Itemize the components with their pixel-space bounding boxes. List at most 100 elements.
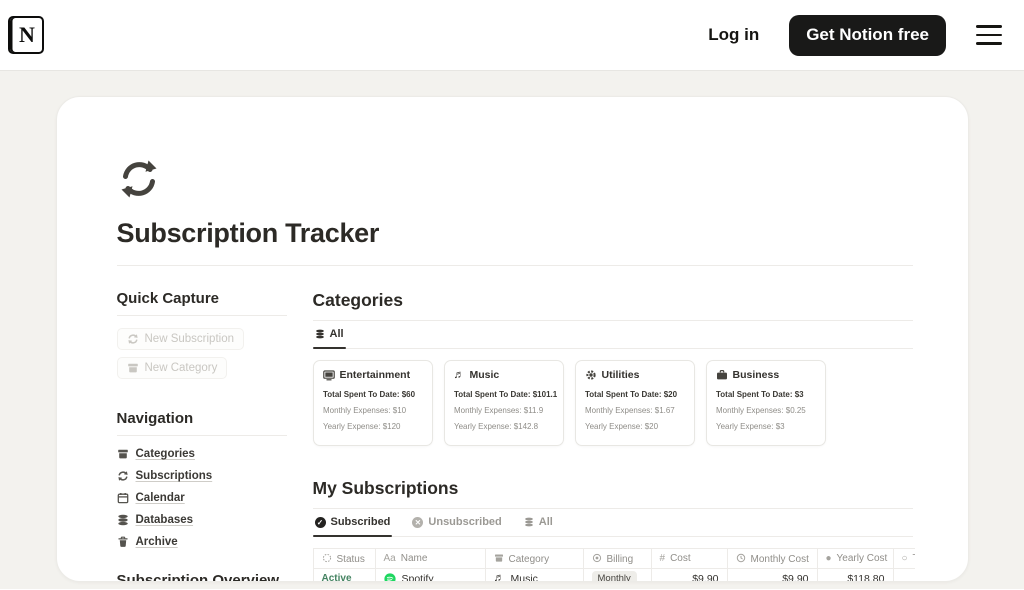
refresh-page-icon: [117, 157, 913, 206]
sync-icon: [127, 333, 139, 345]
category-name: Business: [732, 369, 780, 381]
tab-label: All: [329, 328, 344, 340]
category-cell[interactable]: ♬ Music: [484, 568, 584, 582]
tab-label: Subscribed: [330, 516, 391, 528]
template-main: Categories All Entertainment Total Spent…: [312, 290, 915, 582]
status-cell[interactable]: Active: [312, 568, 376, 581]
number-hash-icon: #: [659, 553, 666, 564]
page-background: Subscription Tracker Quick Capture New S…: [0, 71, 1024, 589]
stat-value: $101.1: [532, 389, 557, 399]
category-card-business[interactable]: Business Total Spent To Date: $3 Monthly…: [705, 360, 826, 446]
column-cost[interactable]: # Cost: [650, 548, 728, 569]
column-monthly-cost[interactable]: Monthly Cost: [726, 548, 818, 569]
title-divider: [116, 265, 913, 266]
yearly-cost-cell[interactable]: $118.80: [816, 568, 894, 581]
column-status[interactable]: Status: [312, 548, 376, 569]
x-circle-icon: ✕: [412, 516, 424, 528]
sync-icon: [117, 470, 129, 482]
template-preview-card: Subscription Tracker Quick Capture New S…: [55, 96, 969, 582]
sidebar-item-calendar[interactable]: Calendar: [117, 492, 287, 504]
stat-label: Total Spent To Date:: [322, 389, 400, 399]
gear-icon: [585, 369, 597, 381]
categories-view-tabs: All: [312, 321, 913, 349]
stat-label: Monthly Expenses:: [715, 405, 784, 415]
cost-cell[interactable]: $9.90: [650, 568, 728, 581]
sidebar-item-archive[interactable]: Archive: [117, 536, 287, 548]
stat-label: Yearly Expense:: [715, 421, 773, 431]
column-name[interactable]: Aa Name: [374, 548, 486, 569]
sidebar-item-label: Databases: [135, 514, 194, 526]
billing-pill: Monthly: [591, 571, 637, 581]
tab-unsubscribed[interactable]: ✕ Unsubscribed: [410, 509, 503, 536]
category-name: Utilities: [601, 369, 640, 381]
column-yearly-cost[interactable]: ● Yearly Cost: [816, 548, 894, 569]
column-billing[interactable]: Billing: [582, 548, 652, 569]
tab-all-categories[interactable]: All: [312, 321, 346, 349]
page-title: Subscription Tracker: [116, 218, 380, 248]
category-gallery: Entertainment Total Spent To Date: $60 M…: [312, 360, 913, 446]
tv-icon: [322, 369, 335, 381]
check-circle-icon: ✓: [314, 516, 326, 528]
notion-logo[interactable]: N: [8, 16, 44, 54]
calendar-icon: [117, 492, 129, 504]
stat-label: Total Spent To Date:: [584, 389, 662, 399]
new-subscription-button[interactable]: New Subscription: [116, 328, 244, 350]
categories-heading: Categories: [312, 290, 403, 310]
database-icon: [524, 517, 534, 527]
subscriptions-table: Status Aa Name Category Billing # Cost Mon…: [312, 548, 915, 582]
sidebar-item-label: Categories: [135, 448, 195, 460]
new-category-label: New Category: [144, 362, 218, 374]
billing-cell[interactable]: Monthly: [582, 568, 652, 581]
monthly-cost-cell[interactable]: $9.90: [726, 568, 818, 581]
column-category[interactable]: Category: [484, 548, 584, 569]
status-circle-icon: [322, 553, 332, 565]
music-note-icon: ♬: [493, 572, 505, 582]
notion-logo-letter: N: [19, 22, 35, 47]
tab-all-subscriptions[interactable]: All: [522, 509, 555, 536]
quick-capture-divider: [116, 315, 287, 316]
open-circle-icon: ○: [901, 553, 908, 564]
briefcase-icon: [716, 369, 728, 381]
stat-value: $11.9: [523, 405, 543, 415]
category-card-music[interactable]: ♬ Music Total Spent To Date: $101.1 Mont…: [443, 360, 564, 446]
name-cell[interactable]: Spotify: [374, 568, 486, 581]
truncated-cell[interactable]: [892, 568, 915, 581]
navigation-heading: Navigation: [116, 410, 194, 427]
tab-subscribed[interactable]: ✓ Subscribed: [312, 509, 393, 537]
database-icon: [117, 514, 129, 526]
template-sidebar: Quick Capture New Subscription New Categ…: [116, 290, 287, 582]
sidebar-item-databases[interactable]: Databases: [117, 514, 287, 526]
clock-icon: [736, 553, 746, 565]
category-card-utilities[interactable]: Utilities Total Spent To Date: $20 Month…: [574, 360, 695, 446]
stat-value: $10: [392, 405, 406, 415]
stat-value: $3: [794, 389, 804, 399]
new-category-button[interactable]: New Category: [116, 357, 228, 379]
top-navbar: N Log in Get Notion free: [0, 0, 1024, 71]
tab-label: All: [538, 516, 553, 528]
sidebar-item-label: Archive: [135, 536, 178, 548]
stat-value: $142.8: [513, 421, 538, 431]
spotify-icon: [383, 572, 396, 581]
get-notion-free-button[interactable]: Get Notion free: [789, 14, 946, 56]
music-note-icon: ♬: [453, 368, 465, 381]
my-subscriptions-heading: My Subscriptions: [312, 478, 459, 498]
archive-box-icon: [494, 554, 504, 565]
column-truncated[interactable]: ○T: [892, 548, 915, 569]
navigation-divider: [116, 435, 287, 436]
subscription-overview-heading: Subscription Overview: [116, 572, 280, 582]
login-link[interactable]: Log in: [708, 25, 759, 45]
category-card-entertainment[interactable]: Entertainment Total Spent To Date: $60 M…: [312, 360, 433, 446]
stat-value: $1.67: [654, 405, 675, 415]
text-aa-icon: Aa: [383, 553, 396, 564]
stat-label: Monthly Expenses:: [322, 405, 391, 415]
sidebar-item-label: Calendar: [135, 492, 185, 504]
archive-box-icon: [127, 362, 139, 374]
hamburger-menu-icon[interactable]: [976, 25, 1002, 45]
subscriptions-view-tabs: ✓ Subscribed ✕ Unsubscribed All: [312, 509, 913, 537]
category-name: Music: [469, 369, 500, 381]
table-header-row: Status Aa Name Category Billing # Cost Mon…: [312, 548, 915, 569]
stat-value: $60: [401, 389, 415, 399]
category-name: Entertainment: [339, 369, 411, 381]
sidebar-item-categories[interactable]: Categories: [117, 448, 287, 460]
sidebar-item-subscriptions[interactable]: Subscriptions: [117, 470, 287, 482]
